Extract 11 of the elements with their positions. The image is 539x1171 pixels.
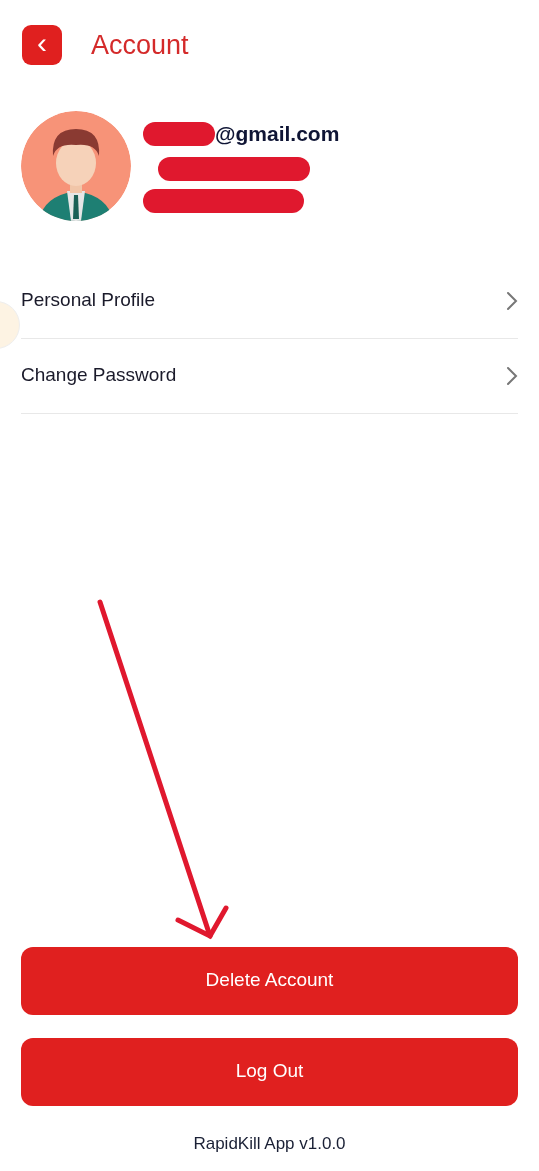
menu-row[interactable]: Personal Profile xyxy=(21,263,518,339)
action-button[interactable]: Delete Account xyxy=(21,946,518,1015)
menu-row[interactable]: Change Password xyxy=(21,338,518,414)
page-title: Account xyxy=(91,29,189,62)
chevron-right-icon xyxy=(506,365,518,386)
redaction-mark xyxy=(143,121,215,146)
email-text: @gmail.com xyxy=(215,120,340,147)
action-button[interactable]: Log Out xyxy=(21,1037,518,1106)
version-text: RapidKill App v1.0.0 xyxy=(193,1132,346,1155)
chevron-right-icon xyxy=(506,290,518,311)
back-button[interactable]: ‹ xyxy=(22,25,62,66)
